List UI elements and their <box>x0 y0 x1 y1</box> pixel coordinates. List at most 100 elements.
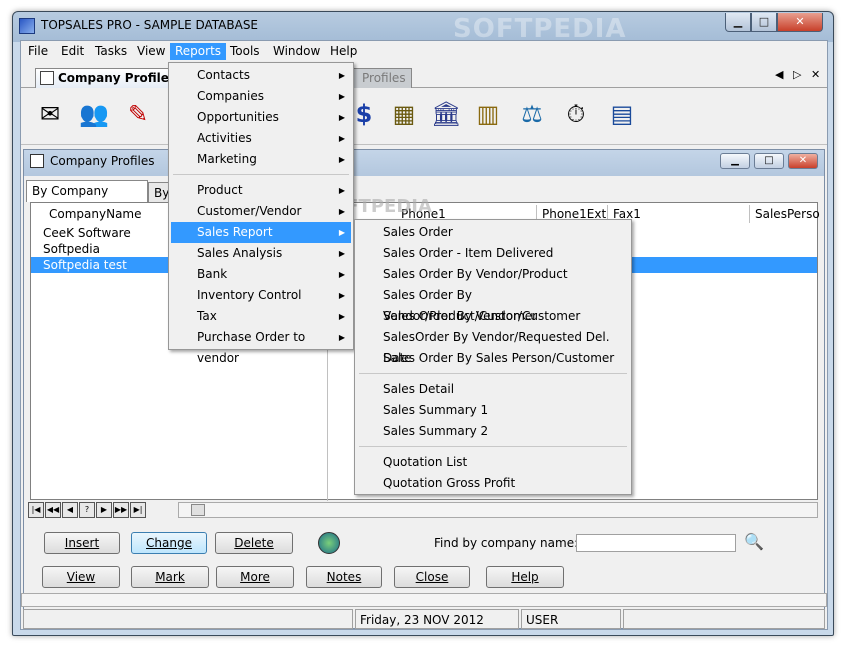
calculator-icon: ▤ <box>610 100 634 128</box>
menu-item-product[interactable]: Product ▶ <box>171 180 351 201</box>
status-user: USER <box>521 609 621 629</box>
child-close-button[interactable]: ✕ <box>788 153 818 169</box>
bank-icon: 🏛 <box>431 100 462 128</box>
menu-item-label: Marketing <box>197 152 257 166</box>
menu-item-sales-order-item-delivered[interactable]: Sales Order - Item Delivered <box>357 243 629 264</box>
menu-tasks[interactable]: Tasks <box>90 43 132 60</box>
menu-item-sales-report[interactable]: Sales Report ▶ <box>171 222 351 243</box>
next-record-icon[interactable]: ▶ <box>96 502 112 518</box>
refresh-icon[interactable] <box>318 532 340 554</box>
menu-reports[interactable]: Reports <box>170 43 227 60</box>
menu-window[interactable]: Window <box>268 43 325 60</box>
tab-prev-icon[interactable]: ◀ <box>775 68 783 81</box>
close-window-button[interactable]: Close <box>394 566 470 588</box>
delete-button[interactable]: Delete <box>215 532 293 554</box>
menu-item-customer-vendor[interactable]: Customer/Vendor ▶ <box>171 201 351 222</box>
menu-file[interactable]: File <box>23 43 53 60</box>
submenu-arrow-icon: ▶ <box>338 113 345 122</box>
child-maximize-button[interactable]: □ <box>754 153 784 169</box>
menu-item-sales-order-vendor-product-customer[interactable]: Sales Order By Vendor/Product/Customer <box>357 285 629 323</box>
toolbar: ✉ 👥 ✎ $ ▦ 🏛 ▥ ⚖ ⏱ ▤ <box>21 89 827 145</box>
prev-record-icon[interactable]: ◀ <box>62 502 78 518</box>
toolbar-scale-button[interactable]: ⚖ <box>515 97 549 131</box>
toolbar-bank-button[interactable]: 🏛 <box>429 97 463 131</box>
toolbar-store-button[interactable]: ▥ <box>471 97 505 131</box>
menu-bar: File Edit Tasks View Reports Tools Windo… <box>21 41 827 61</box>
search-icon[interactable]: 🔍 <box>744 532 764 551</box>
mark-button[interactable]: Mark <box>131 566 209 588</box>
tab-next-icon[interactable]: ▷ <box>793 68 801 81</box>
menu-item-inventory-control[interactable]: Inventory Control ▶ <box>171 285 351 306</box>
menu-item-sales-summary-2[interactable]: Sales Summary 2 <box>357 421 629 442</box>
menu-item-sales-analysis[interactable]: Sales Analysis ▶ <box>171 243 351 264</box>
menu-item-sales-order-vendor-customer[interactable]: Sales Order By Vendor/Customer <box>357 306 629 327</box>
menu-item-label: Sales Report <box>197 225 273 239</box>
submenu-arrow-icon: ▶ <box>338 270 345 279</box>
menu-separator <box>173 174 349 175</box>
window-scrollbar[interactable] <box>21 593 827 607</box>
insert-button[interactable]: Insert <box>44 532 120 554</box>
menu-item-label: Opportunities <box>197 110 279 124</box>
more-button[interactable]: More <box>216 566 294 588</box>
menu-item-sales-detail[interactable]: Sales Detail <box>357 379 629 400</box>
status-date: Friday, 23 NOV 2012 <box>355 609 519 629</box>
menu-item-sales-order-salesperson-customer[interactable]: Sales Order By Sales Person/Customer <box>357 348 629 369</box>
menu-separator <box>359 446 627 447</box>
menu-item-sales-order[interactable]: Sales Order <box>357 222 629 243</box>
first-record-icon[interactable]: |◀ <box>28 502 44 518</box>
menu-item-contacts[interactable]: Contacts ▶ <box>171 65 351 86</box>
find-record-icon[interactable]: ? <box>79 502 95 518</box>
scroll-thumb[interactable] <box>191 504 205 516</box>
menu-item-quotation-list[interactable]: Quotation List <box>357 452 629 473</box>
reports-menu: Contacts ▶ Companies ▶ Opportunities ▶ Acti… <box>168 62 354 365</box>
menu-item-bank[interactable]: Bank ▶ <box>171 264 351 285</box>
next-page-icon[interactable]: ▶▶ <box>113 502 129 518</box>
menu-item-quotation-gross-profit[interactable]: Quotation Gross Profit <box>357 473 629 494</box>
menu-item-opportunities[interactable]: Opportunities ▶ <box>171 107 351 128</box>
pen-paper-icon: ✎ <box>127 100 149 128</box>
menu-item-purchase-order[interactable]: Purchase Order to vendor ▶ <box>171 327 351 365</box>
close-button[interactable]: ✕ <box>777 13 823 32</box>
horizontal-scrollbar[interactable] <box>178 502 818 518</box>
minimize-button[interactable]: ▁ <box>725 13 751 32</box>
menu-item-companies[interactable]: Companies ▶ <box>171 86 351 107</box>
prev-page-icon[interactable]: ◀◀ <box>45 502 61 518</box>
title-bar[interactable]: TOPSALES PRO - SAMPLE DATABASE SOFTPEDIA… <box>13 12 833 44</box>
toolbar-calculator-button[interactable]: ▤ <box>605 97 639 131</box>
toolbar-contacts-button[interactable]: ✉ <box>33 97 67 131</box>
menu-tools[interactable]: Tools <box>225 43 265 60</box>
scale-icon: ⚖ <box>521 100 543 128</box>
column-header-salesperson[interactable]: SalesPerso <box>751 205 820 223</box>
menu-item-activities[interactable]: Activities ▶ <box>171 128 351 149</box>
toolbar-companies-button[interactable]: 👥 <box>77 97 111 131</box>
tab-company-profiles[interactable]: Company Profiles <box>35 68 183 88</box>
help-button[interactable]: Help <box>486 566 564 588</box>
notes-button[interactable]: Notes <box>306 566 382 588</box>
status-bar: Friday, 23 NOV 2012 USER <box>21 609 827 629</box>
menu-item-tax[interactable]: Tax ▶ <box>171 306 351 327</box>
cash-register-icon: ▦ <box>392 100 416 128</box>
menu-item-label: Sales Analysis <box>197 246 283 260</box>
menu-item-marketing[interactable]: Marketing ▶ <box>171 149 351 170</box>
change-button[interactable]: Change <box>131 532 207 554</box>
last-record-icon[interactable]: ▶| <box>130 502 146 518</box>
tab-by-company-name[interactable]: By Company Name <box>26 180 148 218</box>
tab-label: Company Profiles <box>58 71 177 85</box>
submenu-arrow-icon: ▶ <box>338 134 345 143</box>
menu-item-sales-order-requested-date[interactable]: SalesOrder By Vendor/Requested Del. Date <box>357 327 629 365</box>
toolbar-activities-button[interactable]: ✎ <box>121 97 155 131</box>
menu-item-sales-summary-1[interactable]: Sales Summary 1 <box>357 400 629 421</box>
menu-view[interactable]: View <box>132 43 170 60</box>
store-icon: ▥ <box>476 100 500 128</box>
submenu-arrow-icon: ▶ <box>338 71 345 80</box>
view-button[interactable]: View <box>42 566 120 588</box>
find-company-input[interactable] <box>576 534 736 552</box>
tab-close-icon[interactable]: ✕ <box>811 68 820 81</box>
child-minimize-button[interactable]: ▁ <box>720 153 750 169</box>
menu-help[interactable]: Help <box>325 43 362 60</box>
maximize-button[interactable]: □ <box>751 13 777 32</box>
toolbar-cash-register-button[interactable]: ▦ <box>387 97 421 131</box>
toolbar-timer-button[interactable]: ⏱ <box>559 97 593 131</box>
menu-edit[interactable]: Edit <box>56 43 89 60</box>
menu-item-sales-order-vendor-product[interactable]: Sales Order By Vendor/Product <box>357 264 629 285</box>
